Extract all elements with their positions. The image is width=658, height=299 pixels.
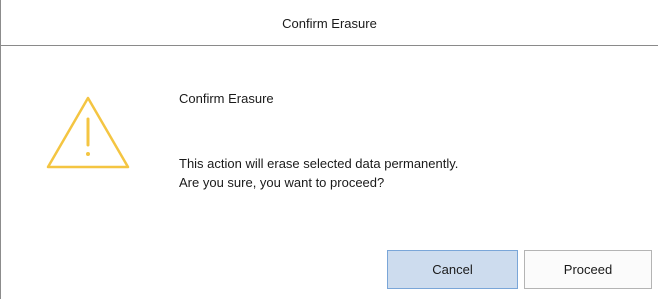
dialog-message: This action will erase selected data per… xyxy=(179,154,458,192)
dialog-heading: Confirm Erasure xyxy=(179,91,274,106)
dialog-title-bar: Confirm Erasure xyxy=(1,0,658,46)
proceed-button[interactable]: Proceed xyxy=(524,250,652,289)
warning-triangle-icon xyxy=(45,95,131,171)
cancel-button[interactable]: Cancel xyxy=(387,250,518,289)
dialog-title: Confirm Erasure xyxy=(282,16,377,31)
confirm-erasure-dialog: Confirm Erasure Confirm Erasure This act… xyxy=(0,0,658,299)
message-line-2: Are you sure, you want to proceed? xyxy=(179,175,385,190)
message-line-1: This action will erase selected data per… xyxy=(179,156,459,171)
